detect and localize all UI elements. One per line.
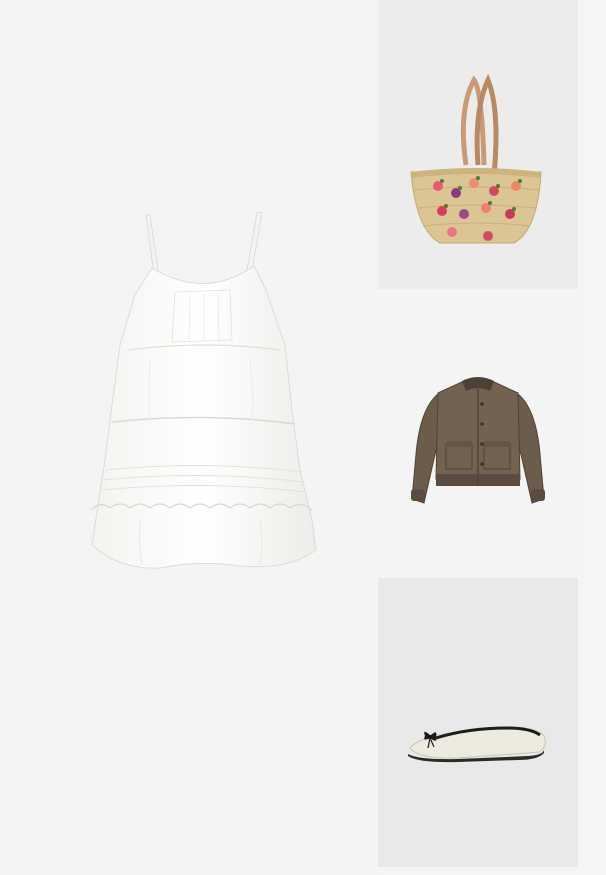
outfit-collage: { "collage": { "items": [ {"id": "dress"… xyxy=(0,0,606,875)
straw-bag-icon xyxy=(410,73,542,244)
straw-bag-product-tile[interactable] xyxy=(378,0,578,289)
dress-product-tile[interactable] xyxy=(0,0,378,875)
dress-icon xyxy=(91,211,317,569)
bomber-jacket-product-tile[interactable] xyxy=(378,289,578,578)
bomber-jacket-icon xyxy=(411,377,545,504)
ballet-flat-icon xyxy=(408,726,546,763)
ballet-flat-product-tile[interactable] xyxy=(378,578,578,867)
